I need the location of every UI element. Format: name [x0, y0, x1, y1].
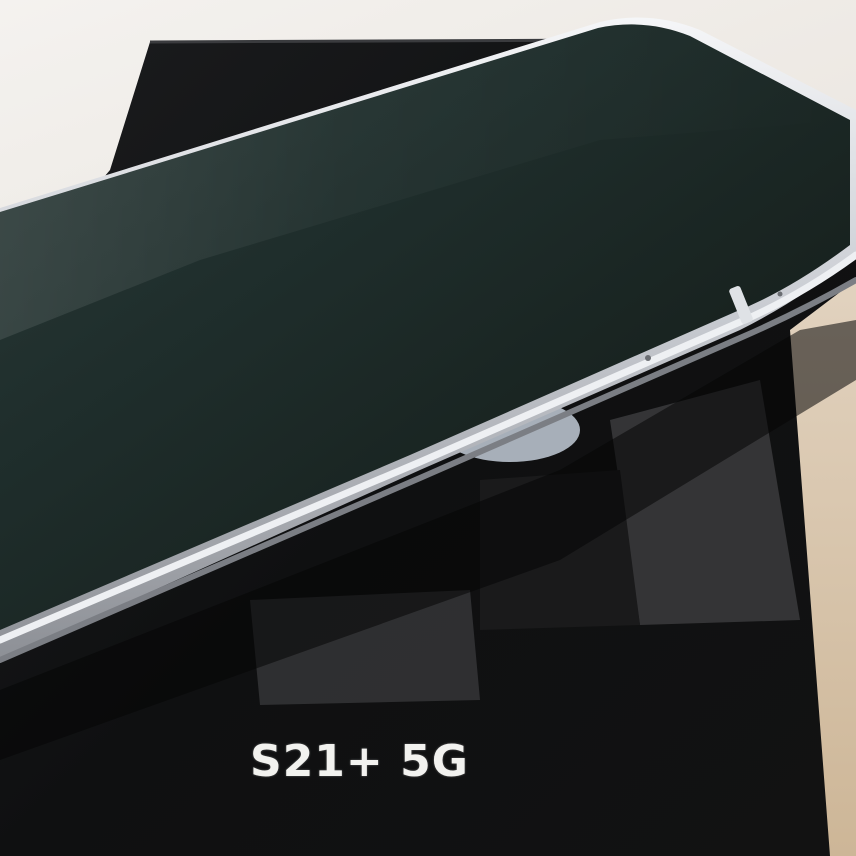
photo-scene: S21+ 5G — [0, 0, 856, 856]
phone-mic-hole — [777, 291, 783, 297]
box-model-label: S21+ 5G — [250, 736, 469, 787]
phone-port — [645, 355, 651, 361]
photo-illustration — [0, 17, 856, 856]
